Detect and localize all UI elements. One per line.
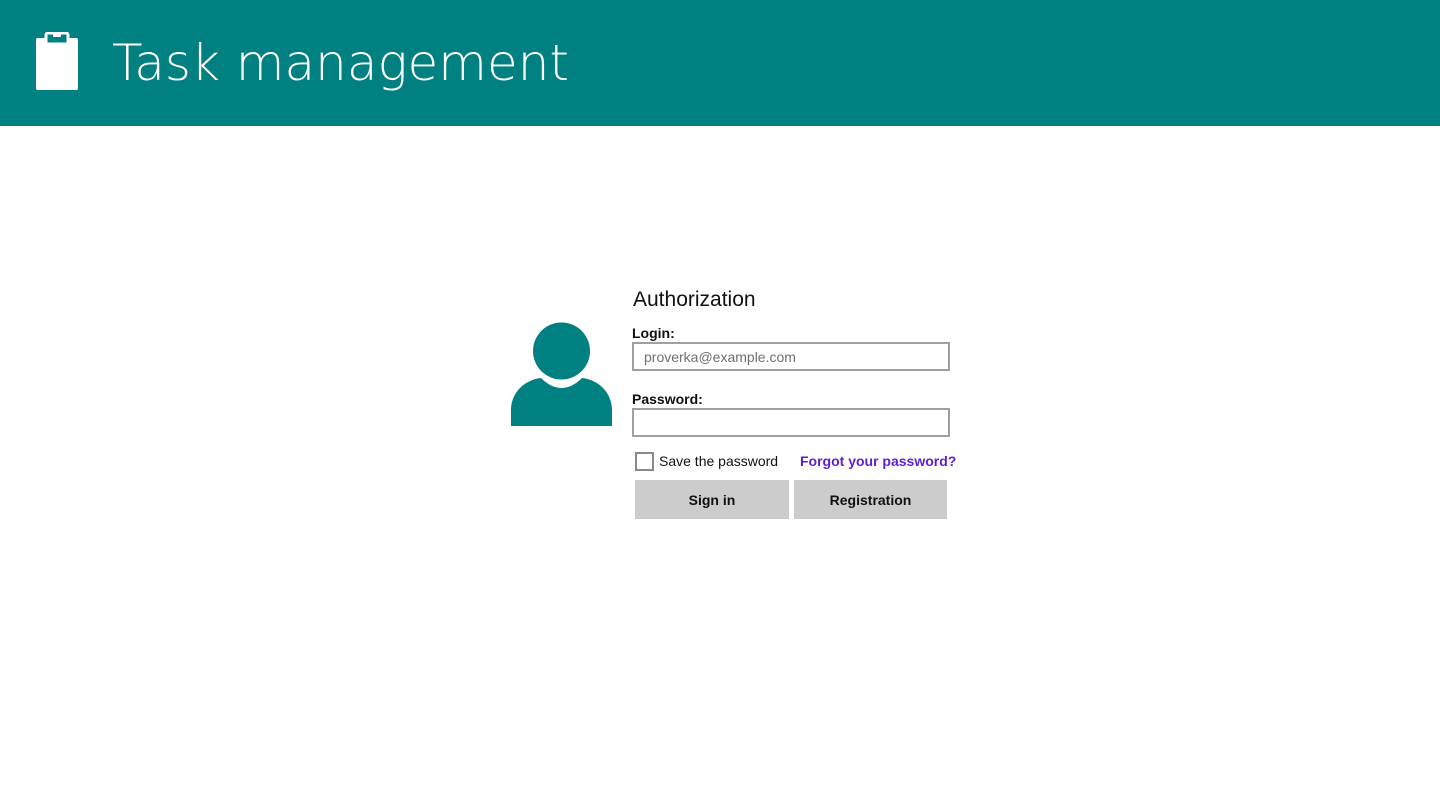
password-label: Password: bbox=[632, 391, 703, 407]
login-input[interactable] bbox=[632, 342, 950, 371]
password-input[interactable] bbox=[632, 408, 950, 437]
registration-button[interactable]: Registration bbox=[794, 480, 947, 519]
user-avatar-icon bbox=[511, 322, 612, 426]
forgot-password-link[interactable]: Forgot your password? bbox=[800, 452, 956, 471]
app-header: Task management bbox=[0, 0, 1440, 126]
save-password-label[interactable]: Save the password bbox=[659, 452, 778, 471]
clipboard-icon bbox=[36, 32, 78, 90]
sign-in-button[interactable]: Sign in bbox=[635, 480, 789, 519]
form-title: Authorization bbox=[633, 288, 756, 311]
app-title: Task management bbox=[112, 34, 570, 92]
save-password-checkbox[interactable] bbox=[635, 452, 654, 471]
login-label: Login: bbox=[632, 325, 675, 341]
